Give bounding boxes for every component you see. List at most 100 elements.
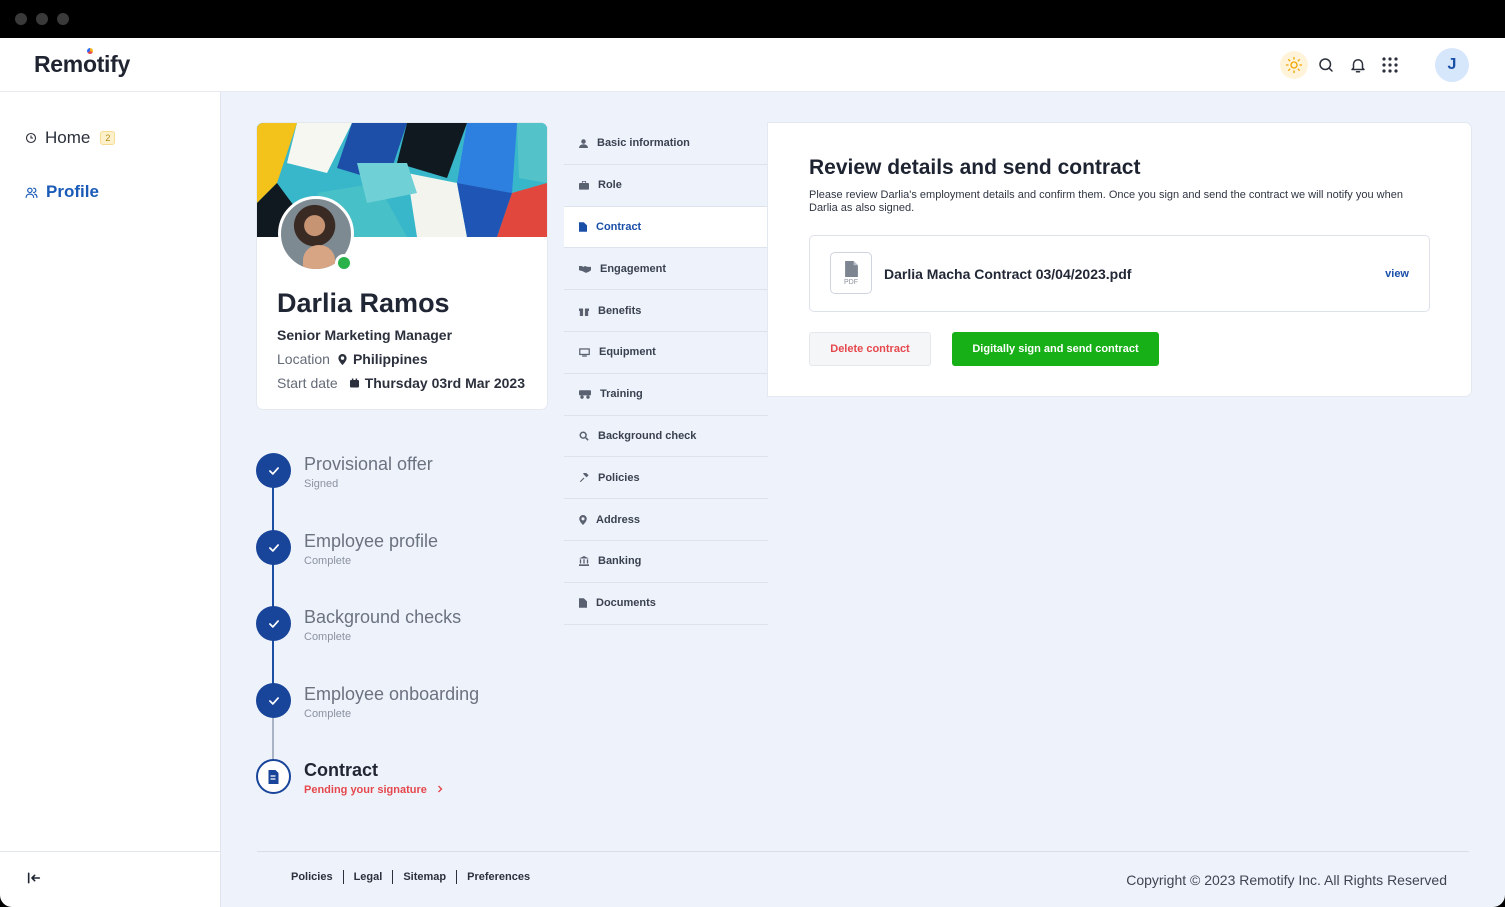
sidebar-item-home[interactable]: Home 2 xyxy=(25,128,116,148)
step-title: Contract xyxy=(304,760,379,780)
section-background-check[interactable]: Background check xyxy=(564,416,768,458)
start-date-label: Start date xyxy=(277,375,338,391)
onboarding-timeline: Provisional offer Signed Employee profil… xyxy=(256,448,556,808)
section-equipment[interactable]: Equipment xyxy=(564,332,768,374)
timeline-step-background-checks[interactable]: Background checks Complete xyxy=(256,601,556,653)
search-icon xyxy=(1319,58,1333,72)
sidebar-footer xyxy=(0,851,220,907)
apps-grid-icon xyxy=(1382,57,1398,73)
section-contract[interactable]: Contract xyxy=(564,206,768,249)
users-icon xyxy=(25,187,38,198)
sidebar-item-label: Profile xyxy=(46,182,99,201)
check-icon xyxy=(256,530,291,565)
clock-icon xyxy=(25,132,37,144)
window-titlebar xyxy=(0,0,1505,38)
step-title: Provisional offer xyxy=(304,454,433,474)
footer-link-preferences[interactable]: Preferences xyxy=(456,870,540,884)
window-close-button[interactable] xyxy=(15,13,27,25)
bell-icon xyxy=(1351,59,1365,73)
section-training[interactable]: Training xyxy=(564,374,768,416)
footer-link-legal[interactable]: Legal xyxy=(342,870,393,884)
pin-icon xyxy=(338,353,347,365)
footer-link-sitemap[interactable]: Sitemap xyxy=(392,870,456,884)
sign-and-send-contract-button[interactable]: Digitally sign and send contract xyxy=(952,332,1159,366)
sidebar: Home 2 Profile xyxy=(0,92,221,907)
calendar-icon xyxy=(349,378,359,388)
panel-title: Review details and send contract xyxy=(809,156,1141,179)
sidebar-item-label: Home xyxy=(45,128,91,147)
contract-document-icon xyxy=(256,759,291,794)
chevron-right-icon xyxy=(437,785,443,793)
timeline-step-contract[interactable]: Contract Pending your signature xyxy=(256,754,556,806)
location-value: Philippines xyxy=(352,351,428,367)
file-icon xyxy=(579,598,587,608)
profile-sections-nav: Basic information Role Contract Engageme… xyxy=(564,123,768,625)
page-footer: Policies Legal Sitemap Preferences Copyr… xyxy=(257,851,1469,907)
step-status: Complete xyxy=(304,631,352,643)
check-icon xyxy=(256,606,291,641)
section-basic-information[interactable]: Basic information xyxy=(564,123,768,165)
apps-button[interactable] xyxy=(1375,50,1405,80)
contract-review-panel: Review details and send contract Please … xyxy=(768,123,1471,396)
monitor-icon xyxy=(579,348,590,357)
panel-description: Please review Darlia's employment detail… xyxy=(809,189,1403,214)
pdf-file-icon: PDF xyxy=(830,252,872,294)
app-window: Remotify J Home 2 Profile Darlia Ramos S… xyxy=(0,0,1505,907)
copyright-text: Copyright © 2023 Remotify Inc. All Right… xyxy=(1126,872,1447,888)
sidebar-item-profile[interactable]: Profile xyxy=(25,182,99,202)
search-button[interactable] xyxy=(1311,50,1341,80)
main-content: Darlia Ramos Senior Marketing Manager Lo… xyxy=(221,92,1505,907)
user-avatar[interactable]: J xyxy=(1435,48,1469,82)
collapse-left-icon xyxy=(27,872,41,884)
pin-icon xyxy=(579,514,587,525)
collapse-sidebar-button[interactable] xyxy=(26,870,42,891)
section-engagement[interactable]: Engagement xyxy=(564,248,768,291)
bank-icon xyxy=(579,556,589,567)
gift-icon xyxy=(579,308,589,316)
profile-name: Darlia Ramos xyxy=(277,288,450,318)
section-documents[interactable]: Documents xyxy=(564,583,768,625)
step-status-pending-link[interactable]: Pending your signature xyxy=(304,784,444,796)
timeline-connector xyxy=(272,470,274,704)
document-icon xyxy=(579,222,587,232)
step-title: Employee profile xyxy=(304,531,439,551)
header-actions: J xyxy=(1277,48,1469,82)
section-address[interactable]: Address xyxy=(564,499,768,541)
section-benefits[interactable]: Benefits xyxy=(564,290,768,332)
start-date-value: Thursday 03rd Mar 2023 xyxy=(364,375,525,391)
section-policies[interactable]: Policies xyxy=(564,457,768,500)
step-title: Employee onboarding xyxy=(304,684,480,704)
profile-start-date: Start date Thursday 03rd Mar 2023 xyxy=(277,375,525,391)
profile-card: Darlia Ramos Senior Marketing Manager Lo… xyxy=(257,123,547,409)
remotify-logo[interactable]: Remotify xyxy=(34,48,130,78)
window-minimize-button[interactable] xyxy=(36,13,48,25)
check-icon xyxy=(256,453,291,488)
timeline-step-provisional-offer[interactable]: Provisional offer Signed xyxy=(256,448,556,500)
window-maximize-button[interactable] xyxy=(57,13,69,25)
sun-icon xyxy=(1280,51,1308,79)
notifications-button[interactable] xyxy=(1343,50,1373,80)
location-label: Location xyxy=(277,351,330,367)
notification-badge: 2 xyxy=(100,131,116,145)
profile-location: Location Philippines xyxy=(277,351,428,367)
section-role[interactable]: Role xyxy=(564,165,768,207)
training-icon xyxy=(579,389,591,399)
handshake-icon xyxy=(579,265,591,273)
footer-link-policies[interactable]: Policies xyxy=(291,870,343,884)
profile-job-title: Senior Marketing Manager xyxy=(277,327,453,343)
footer-links: Policies Legal Sitemap Preferences xyxy=(291,870,540,884)
timeline-step-employee-onboarding[interactable]: Employee onboarding Complete xyxy=(256,678,556,730)
theme-toggle-button[interactable] xyxy=(1279,50,1309,80)
timeline-step-employee-profile[interactable]: Employee profile Complete xyxy=(256,525,556,577)
gavel-icon xyxy=(579,472,589,482)
magnifier-icon xyxy=(579,431,589,441)
delete-contract-button[interactable]: Delete contract xyxy=(809,332,931,366)
step-status: Signed xyxy=(304,478,339,490)
briefcase-icon xyxy=(579,180,589,190)
step-status: Complete xyxy=(304,708,352,720)
contract-file-name: Darlia Macha Contract 03/04/2023.pdf xyxy=(884,266,1132,282)
view-contract-link[interactable]: view xyxy=(1385,268,1409,280)
online-status-indicator xyxy=(335,254,353,272)
step-status: Complete xyxy=(304,555,352,567)
section-banking[interactable]: Banking xyxy=(564,541,768,583)
